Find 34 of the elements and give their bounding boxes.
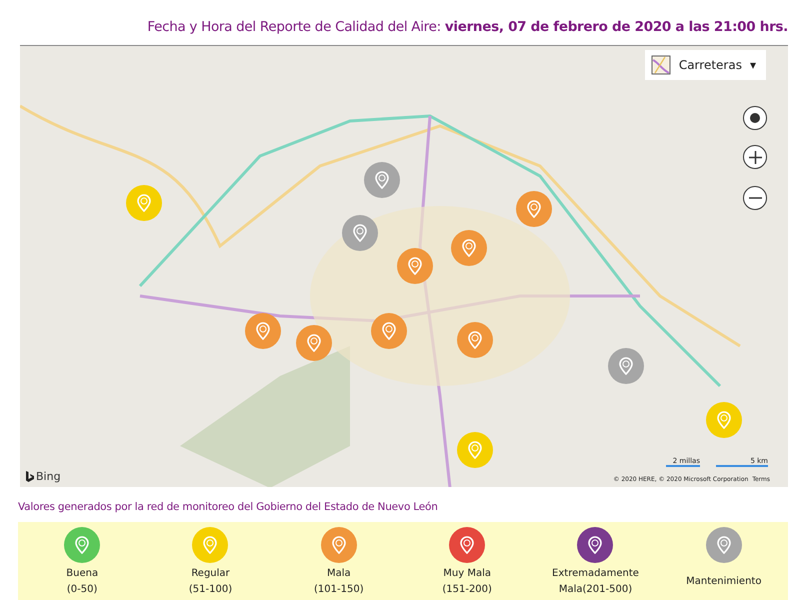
station-marker[interactable]	[396, 247, 434, 285]
legend-label: Buena (0-50)	[66, 567, 98, 597]
station-marker[interactable]	[363, 161, 401, 199]
station-marker[interactable]	[456, 431, 494, 469]
station-marker[interactable]	[450, 229, 488, 267]
minus-icon	[748, 197, 762, 199]
bing-logo-icon	[26, 471, 34, 482]
map-layer-dropdown[interactable]: Carreteras ▾	[644, 50, 766, 80]
legend-label: Muy Mala (151-200)	[442, 567, 492, 597]
station-marker[interactable]	[125, 184, 163, 222]
plus-icon	[748, 150, 762, 164]
legend-label: Regular (51-100)	[188, 567, 232, 597]
station-marker[interactable]	[456, 321, 494, 359]
legend-label: Extremadamente Mala(201-500)	[552, 567, 639, 597]
level-marker-icon	[576, 526, 614, 564]
legend-label: Mantenimiento	[686, 575, 762, 589]
report-datetime: Fecha y Hora del Reporte de Calidad del Aire: viernes, 07 de febrero de 2020 a las 21:00 hrs.	[147, 19, 788, 35]
station-marker[interactable]	[607, 347, 645, 385]
legend-label: Mala (101-150)	[314, 567, 364, 597]
station-marker[interactable]	[244, 312, 282, 350]
station-marker[interactable]	[515, 190, 553, 228]
map-provider-logo: Bing	[36, 470, 61, 483]
source-note: Valores generados por la red de monitoreo del Gobierno del Estado de Nuevo León	[18, 501, 439, 513]
level-marker-icon	[63, 526, 102, 564]
level-marker-icon	[448, 526, 486, 564]
level-marker-icon	[320, 526, 358, 564]
locate-icon	[750, 113, 760, 123]
station-marker[interactable]	[705, 401, 743, 439]
station-marker[interactable]	[295, 324, 333, 362]
road-map-icon	[650, 55, 671, 75]
station-marker[interactable]	[341, 214, 379, 252]
level-marker-icon	[191, 526, 230, 564]
station-marker[interactable]	[370, 312, 408, 350]
level-marker-icon	[704, 526, 743, 564]
